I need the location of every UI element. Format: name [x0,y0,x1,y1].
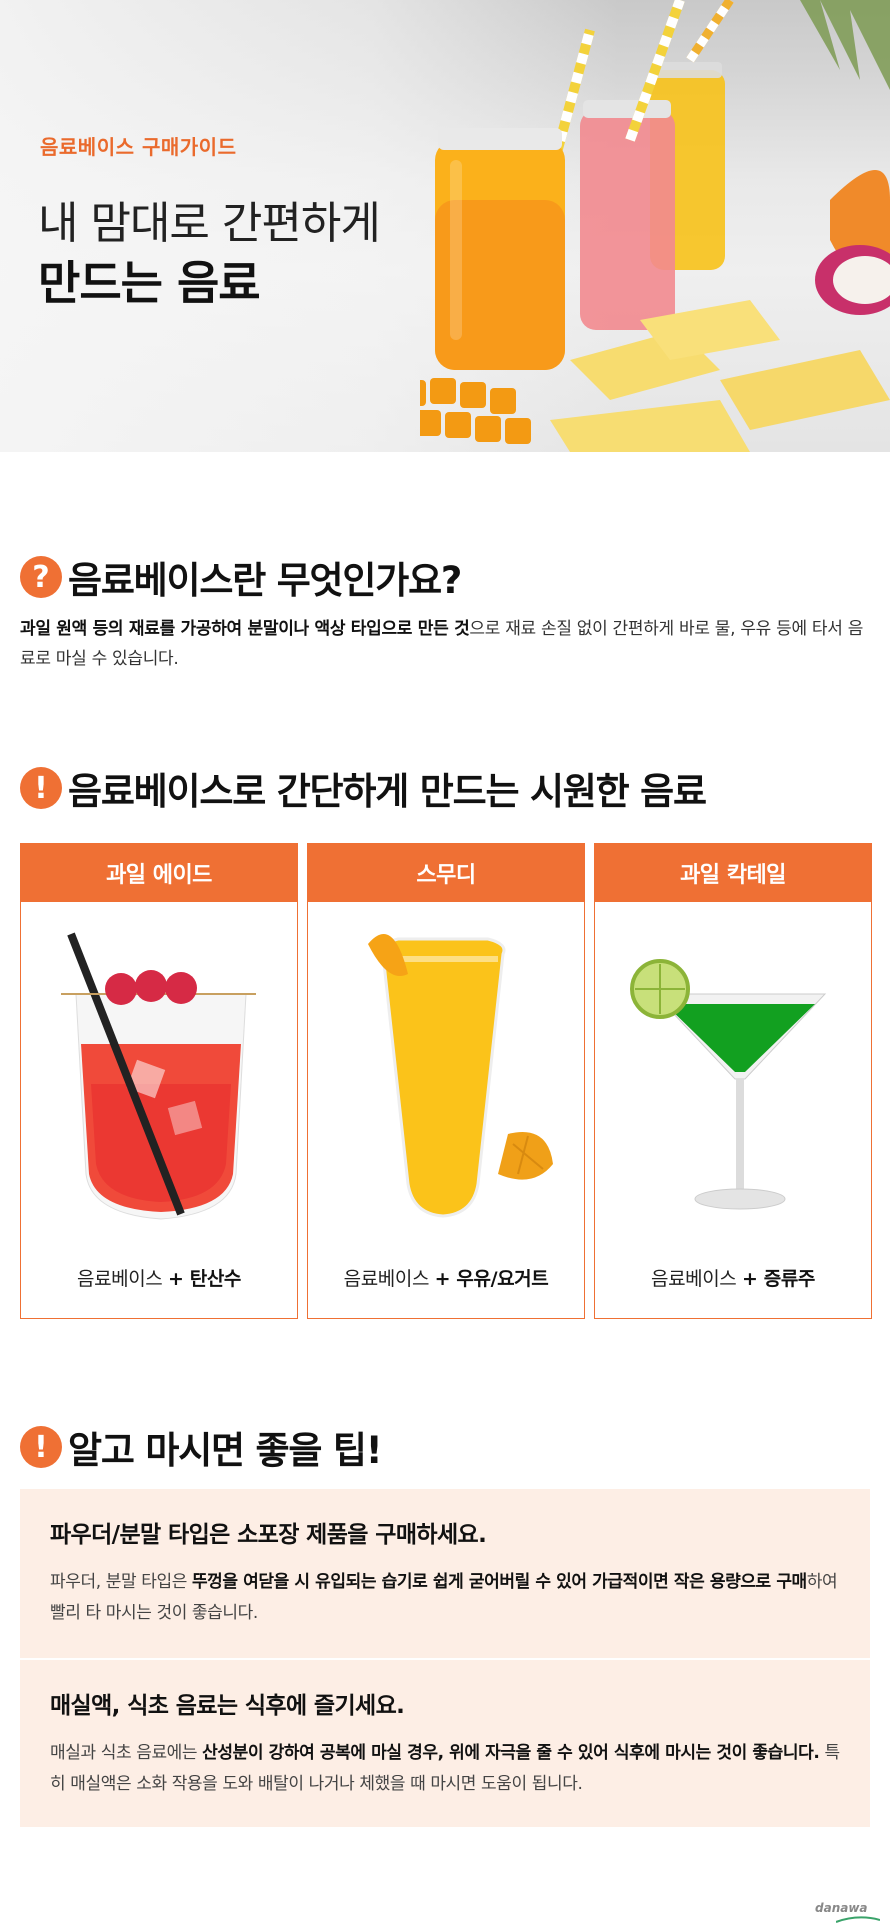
guide-label: 음료베이스 구매가이드 [40,135,237,159]
tip-title: 파우더/분말 타입은 소포장 제품을 구매하세요. [50,1522,487,1548]
caption-suffix: + 우유/요거트 [434,1268,549,1290]
juice-jars-illustration [420,0,890,452]
card-title: 과일 에이드 [21,844,297,902]
hero-title-line2: 만드는 음료 [38,256,261,310]
exclamation-icon: ! [20,1426,62,1468]
card-caption: 음료베이스 + 증류주 [595,1264,871,1291]
tip-box-vinegar: 매실액, 식초 음료는 식후에 즐기세요. 매실과 식초 음료에는 산성분이 강… [20,1660,870,1827]
caption-prefix: 음료베이스 [650,1268,737,1290]
caption-suffix: + 탄산수 [168,1268,242,1290]
tip-title: 매실액, 식초 음료는 식후에 즐기세요. [50,1693,405,1719]
tip-text-bold: 산성분이 강하여 공복에 마실 경우, 위에 자극을 줄 수 있어 식후에 마시… [202,1743,820,1763]
tip-text: 매실과 식초 음료에는 [50,1743,203,1763]
card-title: 스무디 [308,844,584,902]
tip-text: 파우더, 분말 타입은 [50,1572,192,1592]
drink-card-smoothie: 스무디 음료베이스 + 우유/요거트 [307,843,585,1319]
section-what-is-body: 과일 원액 등의 재료를 가공하여 분말이나 액상 타입으로 만든 것으로 재료… [20,614,870,674]
drink-card-cocktail: 과일 칵테일 음료베이스 + 증류주 [594,843,872,1319]
section-title: 음료베이스로 간단하게 만드는 시원한 음료 [68,770,707,813]
tip-text-bold: 뚜껑을 여닫을 시 유입되는 습기로 쉽게 굳어버릴 수 있어 가급적이면 작은… [191,1572,807,1592]
section-what-is: ? 음료베이스란 무엇인가요? [20,550,462,604]
danawa-logo: danawa [815,1901,868,1915]
definition-bold: 과일 원액 등의 재료를 가공하여 분말이나 액상 타입으로 만든 것 [20,619,470,639]
exclamation-icon: ! [20,767,62,809]
section-tips: ! 알고 마시면 좋을 팁! [20,1420,383,1474]
caption-prefix: 음료베이스 [76,1268,163,1290]
logo-swoosh-icon [836,1916,880,1923]
cocktail-glass-icon [630,959,827,1210]
card-caption: 음료베이스 + 우유/요거트 [308,1264,584,1291]
caption-prefix: 음료베이스 [343,1268,430,1290]
tip-box-powder: 파우더/분말 타입은 소포장 제품을 구매하세요. 파우더, 분말 타입은 뚜껑… [20,1489,870,1659]
section-drinks: ! 음료베이스로 간단하게 만드는 시원한 음료 [20,761,707,815]
caption-suffix: + 증류주 [742,1268,816,1290]
tip-body: 파우더, 분말 타입은 뚜껑을 여닫을 시 유입되는 습기로 쉽게 굳어버릴 수… [50,1567,840,1629]
tip-body: 매실과 식초 음료에는 산성분이 강하여 공복에 마실 경우, 위에 자극을 줄… [50,1738,840,1800]
section-title: 알고 마시면 좋을 팁! [68,1429,383,1472]
drink-card-ade: 과일 에이드 음료베이스 + 탄산수 [20,843,298,1319]
card-title: 과일 칵테일 [595,844,871,902]
section-title: 음료베이스란 무엇인가요? [68,559,462,602]
hero-title-line1: 내 맘대로 간편하게 [38,198,381,249]
hero-banner: 음료베이스 구매가이드 내 맘대로 간편하게 만드는 음료 [0,0,890,452]
question-icon: ? [20,556,62,598]
ade-glass-icon [61,932,256,1220]
smoothie-glass-icon [368,934,553,1218]
card-caption: 음료베이스 + 탄산수 [21,1264,297,1291]
